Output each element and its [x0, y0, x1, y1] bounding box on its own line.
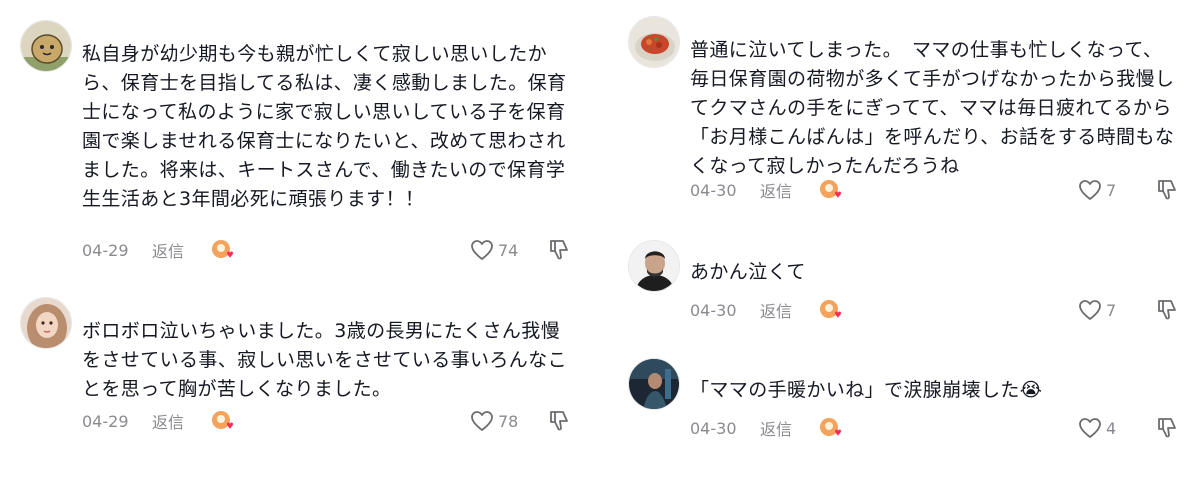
thumbs-down-icon [1158, 180, 1176, 200]
dislike-button[interactable] [1154, 415, 1180, 441]
like-count: 7 [1106, 300, 1117, 320]
comment-date: 04-30 [690, 300, 737, 320]
creator-liked-icon[interactable] [210, 408, 236, 434]
comment-date: 04-30 [690, 180, 737, 200]
comment-date: 04-29 [82, 240, 129, 260]
reply-button[interactable]: 返信 [152, 238, 210, 262]
thumbs-down-icon [550, 411, 568, 431]
like-button[interactable]: 78 [470, 410, 530, 432]
comment-meta: 04-29 返信 74 [82, 237, 572, 263]
comment-text: ボロボロ泣いちゃいました。3歳の長男にたくさん我慢をさせている事、寂しい思いをさ… [82, 320, 568, 400]
comment-meta: 04-30 返信 7 [690, 297, 1180, 323]
heart-icon [1079, 418, 1101, 438]
creator-liked-icon[interactable] [818, 177, 844, 203]
comment-meta: 04-30 返信 4 [690, 415, 1180, 441]
like-count: 4 [1106, 418, 1117, 438]
comment-date: 04-29 [82, 411, 129, 431]
heart-icon [471, 411, 493, 431]
reply-button[interactable]: 返信 [152, 409, 210, 433]
dislike-button[interactable] [1154, 177, 1180, 203]
like-count: 7 [1106, 180, 1117, 200]
like-button[interactable]: 7 [1078, 299, 1138, 321]
man-portrait-avatar-icon [629, 241, 679, 291]
reply-button[interactable]: 返信 [760, 416, 818, 440]
thumbs-down-icon [1158, 300, 1176, 320]
comment-text: 「ママの手暖かいね」で涙腺崩壊した😭 [690, 379, 1043, 401]
comment-text: 私自身が幼少期も今も親が忙しくて寂しい思いしたから、保育士を目指してる私は、凄く… [82, 43, 567, 210]
comment-meta: 04-30 返信 7 [690, 177, 1180, 203]
woman-portrait-avatar-icon [21, 298, 71, 348]
comment-meta: 04-29 返信 78 [82, 408, 572, 434]
avatar[interactable] [628, 240, 680, 292]
reply-button[interactable]: 返信 [760, 298, 818, 322]
creator-liked-icon[interactable] [818, 297, 844, 323]
heart-icon [1079, 300, 1101, 320]
comment-text: 普通に泣いてしまった。 ママの仕事も忙しくなって、毎日保育園の荷物が多くて手がつ… [690, 39, 1175, 177]
like-button[interactable]: 7 [1078, 179, 1138, 201]
avatar[interactable] [20, 297, 72, 349]
like-count: 78 [498, 411, 519, 431]
like-count: 74 [498, 240, 519, 260]
comment-text: あかん泣くて [690, 261, 806, 283]
dislike-button[interactable] [546, 408, 572, 434]
thumbs-down-icon [550, 240, 568, 260]
reply-button[interactable]: 返信 [760, 178, 818, 202]
like-button[interactable]: 4 [1078, 417, 1138, 439]
thumbs-down-icon [1158, 418, 1176, 438]
like-button[interactable]: 74 [470, 239, 530, 261]
heart-icon [471, 240, 493, 260]
avatar[interactable] [628, 358, 680, 410]
comment-date: 04-30 [690, 418, 737, 438]
heart-icon [1079, 180, 1101, 200]
cartoon-character-avatar-icon [21, 21, 71, 71]
creator-liked-icon[interactable] [818, 415, 844, 441]
avatar[interactable] [20, 20, 72, 72]
avatar[interactable] [628, 16, 680, 68]
food-photo-avatar-icon [629, 17, 679, 67]
dislike-button[interactable] [546, 237, 572, 263]
creator-liked-icon[interactable] [210, 237, 236, 263]
person-photo-avatar-icon [629, 359, 679, 409]
dislike-button[interactable] [1154, 297, 1180, 323]
